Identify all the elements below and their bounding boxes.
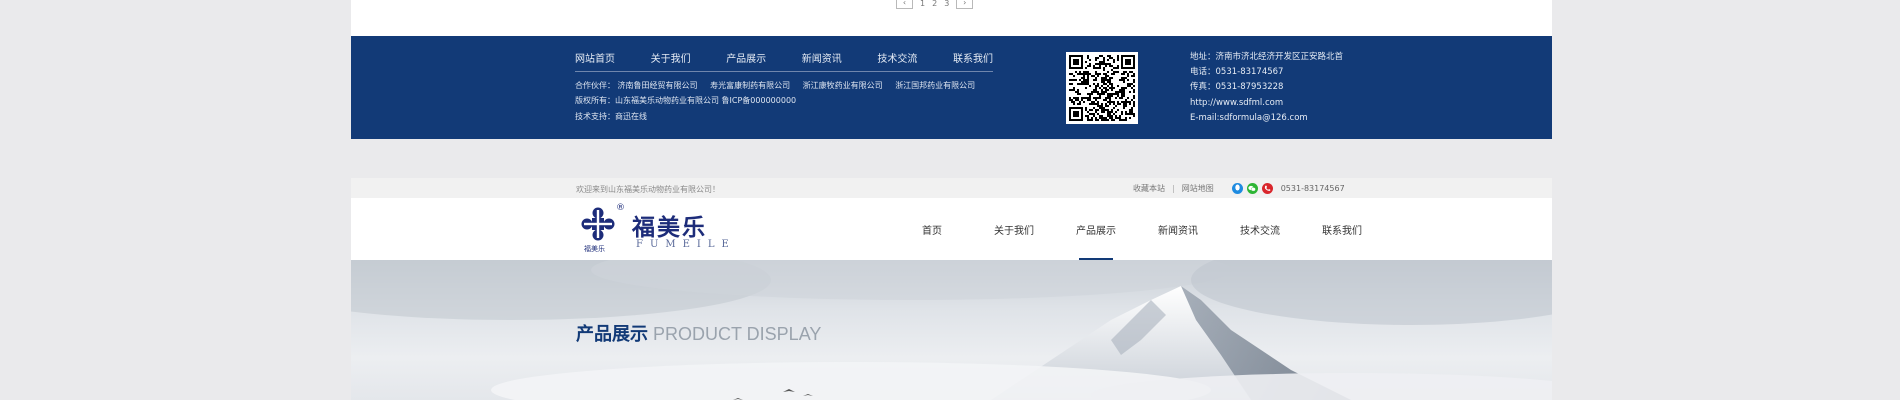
page-number[interactable]: 1: [920, 0, 925, 8]
top-bar-links: 收藏本站 | 网站地图 0531-83174567: [1133, 182, 1345, 194]
top-bar: 欢迎来到山东福美乐动物药业有限公司！ 收藏本站 | 网站地图 0531-8317…: [351, 178, 1552, 198]
logo-text-en: FUMEILE: [636, 239, 736, 250]
mountain-landscape-image: [351, 260, 1552, 400]
footer-nav: 网站首页 关于我们 产品展示 新闻资讯 技术交流 联系我们: [575, 50, 993, 72]
nav-item-tech[interactable]: 技术交流: [1219, 198, 1301, 260]
footer-link-about[interactable]: 关于我们: [651, 50, 691, 65]
next-page-button[interactable]: ›: [956, 0, 974, 9]
footer-link-home[interactable]: 网站首页: [575, 50, 615, 65]
logo-subtext: 福美乐: [584, 245, 605, 253]
contact-email[interactable]: E-mail:sdformula@126.com: [1190, 111, 1343, 126]
nav-item-contact[interactable]: 联系我们: [1301, 198, 1383, 260]
qr-code-graphic: [1069, 55, 1135, 121]
logo-icon[interactable]: [580, 206, 616, 242]
page-banner: 产品展示 PRODUCT DISPLAY: [351, 260, 1552, 400]
footer-link-tech[interactable]: 技术交流: [877, 50, 917, 65]
partner-link[interactable]: 浙江国邦药业有限公司: [895, 81, 975, 90]
qq-icon[interactable]: [1231, 182, 1243, 194]
copyright-text: 版权所有：山东福美乐动物药业有限公司 鲁ICP备000000000: [575, 96, 797, 105]
sitemap-link[interactable]: 网站地图: [1182, 183, 1214, 194]
page-number[interactable]: 3: [944, 0, 949, 8]
footer-link-news[interactable]: 新闻资讯: [802, 50, 842, 65]
banner-title-cn: 产品展示: [576, 324, 648, 345]
footer-link-contact[interactable]: 联系我们: [953, 50, 993, 65]
contact-website[interactable]: http://www.sdfml.com: [1190, 96, 1343, 111]
logo-text-cn[interactable]: 福美乐: [632, 208, 707, 242]
wechat-icon[interactable]: [1246, 182, 1258, 194]
site-header: ® 福美乐 福美乐 FUMEILE 首页 关于我们 产品展示 新闻资讯 技术交流…: [351, 198, 1552, 260]
phone-icon: [1261, 182, 1273, 194]
qr-code-image: [1066, 52, 1138, 124]
contact-phone: 电话：0531-83174567: [1190, 67, 1284, 78]
registered-mark: ®: [616, 203, 625, 213]
nav-item-products[interactable]: 产品展示: [1055, 198, 1137, 260]
partners-line: 合作伙伴： 济南鲁田经贸有限公司 寿光富康制药有限公司 浙江康牧药业有限公司 浙…: [575, 80, 975, 91]
main-nav: 首页 关于我们 产品展示 新闻资讯 技术交流 联系我们: [891, 198, 1383, 260]
partner-link[interactable]: 寿光富康制药有限公司: [710, 81, 790, 90]
tech-support-text: 技术支持：商迅在线: [575, 112, 647, 121]
pagination: ‹ 1 2 3 ›: [896, 0, 974, 9]
banner-title-en: PRODUCT DISPLAY: [653, 324, 822, 344]
nav-item-home[interactable]: 首页: [891, 198, 973, 260]
contact-address: 地址：济南市济北经济开发区正安路北首: [1190, 52, 1344, 62]
contact-fax: 传真：0531-87953228: [1190, 82, 1284, 93]
footer-link-products[interactable]: 产品展示: [726, 50, 766, 65]
prev-page-button[interactable]: ‹: [896, 0, 913, 9]
partner-link[interactable]: 浙江康牧药业有限公司: [803, 81, 883, 90]
contact-info: 地址：济南市济北经济开发区正安路北首 电话：0531-83174567 传真：0…: [1190, 50, 1343, 126]
site-footer: 网站首页 关于我们 产品展示 新闻资讯 技术交流 联系我们 合作伙伴： 济南鲁田…: [351, 36, 1552, 139]
welcome-text: 欢迎来到山东福美乐动物药业有限公司！: [576, 185, 720, 194]
favorite-link[interactable]: 收藏本站: [1133, 183, 1165, 194]
phone-number: 0531-83174567: [1280, 183, 1345, 193]
partners-label: 合作伙伴：: [575, 81, 615, 90]
banner-title: 产品展示 PRODUCT DISPLAY: [576, 320, 821, 346]
nav-item-about[interactable]: 关于我们: [973, 198, 1055, 260]
divider: |: [1172, 183, 1175, 193]
partner-link[interactable]: 济南鲁田经贸有限公司: [618, 81, 698, 90]
page-number[interactable]: 2: [932, 0, 937, 8]
nav-item-news[interactable]: 新闻资讯: [1137, 198, 1219, 260]
